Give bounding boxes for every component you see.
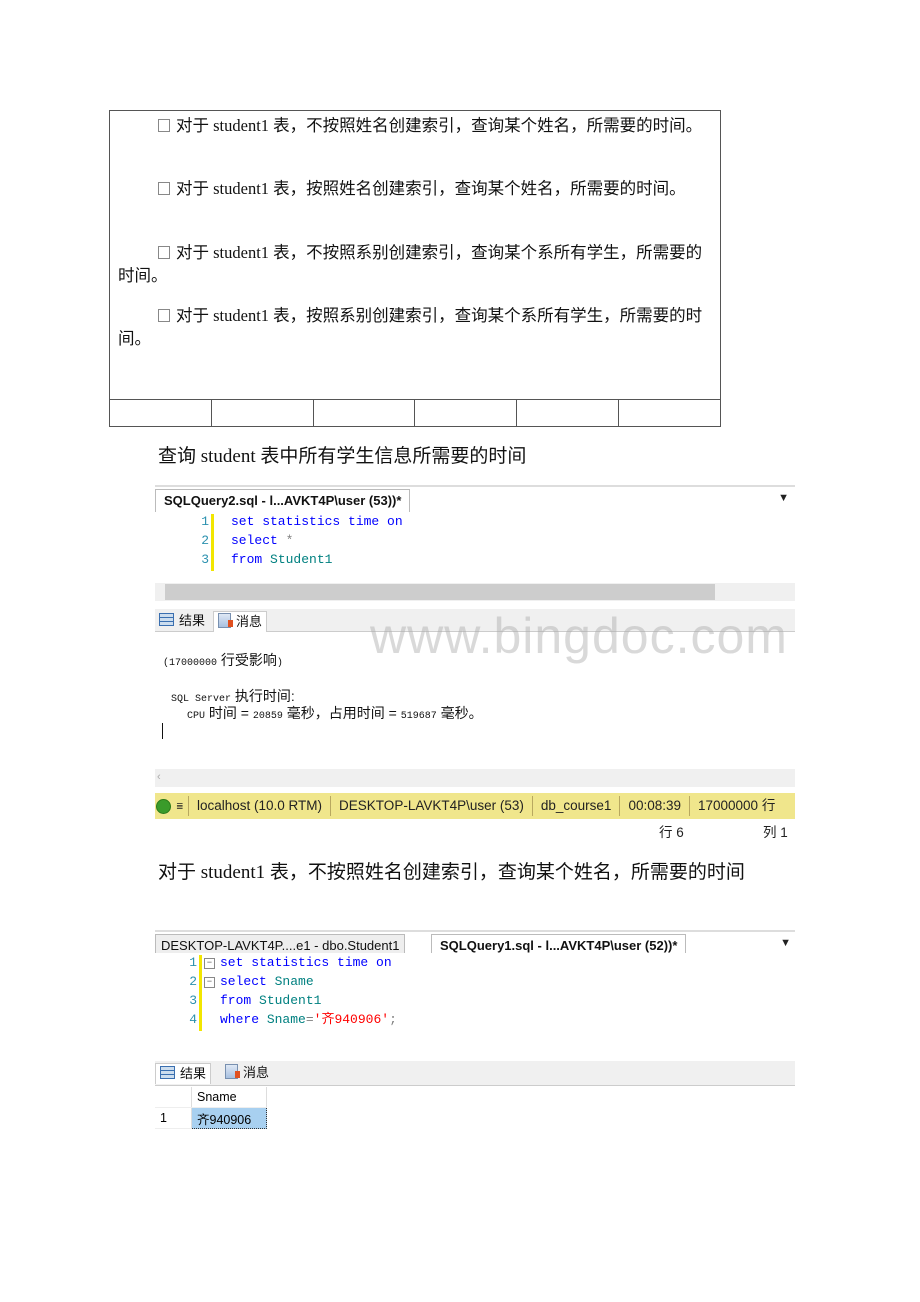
empty-table-row	[110, 399, 720, 426]
scrollbar-thumb[interactable]	[165, 584, 715, 600]
cursor-col: 列 1	[763, 825, 788, 840]
code-line: where Sname='齐940906';	[220, 1012, 397, 1027]
line-number: 2	[189, 974, 197, 989]
cpu-time-message: CPU 时间 = 20859 毫秒，占用时间 = 519687 毫秒。	[187, 705, 483, 722]
scroll-left-icon[interactable]: ‹	[157, 771, 161, 783]
row-header-corner	[155, 1087, 192, 1108]
line-number: 3	[189, 993, 197, 1008]
collapse-icon[interactable]: −	[204, 977, 215, 988]
column-header[interactable]: Sname	[191, 1087, 267, 1108]
table-cell	[110, 400, 212, 426]
status-elapsed: 00:08:39	[619, 796, 689, 816]
line-number: 4	[189, 1012, 197, 1027]
chevron-down-icon[interactable]: ▼	[778, 492, 789, 504]
task-table: 对于 student1 表，不按照姓名创建索引，查询某个姓名，所需要的时间。 对…	[109, 110, 721, 427]
status-bar: ≣ localhost (10.0 RTM) DESKTOP-LAVKT4P\u…	[155, 793, 795, 819]
status-server: localhost (10.0 RTM)	[188, 796, 330, 816]
table-cell	[415, 400, 518, 426]
status-rows: 17000000 行	[689, 796, 783, 816]
grid-icon	[159, 613, 174, 626]
cursor-row: 行 6	[659, 825, 684, 840]
checkbox-icon	[158, 309, 170, 322]
status-menu-icon: ≣	[176, 800, 184, 811]
tab-messages[interactable]: 消息	[221, 1063, 273, 1083]
code-editor[interactable]: 1 set statistics time on 2 select * 3 fr…	[155, 512, 795, 582]
table-cell	[619, 400, 720, 426]
section-heading-2: 对于 student1 表，不按照姓名创建索引，查询某个姓名，所需要的时间	[158, 862, 745, 883]
table-cell	[314, 400, 416, 426]
messages-horizontal-scrollbar[interactable]: ‹	[155, 769, 795, 787]
grid-header-row: Sname	[155, 1087, 267, 1108]
ssms-screenshot-1: SQLQuery2.sql - l...AVKT4P\user (53))* ▼…	[155, 485, 795, 845]
code-line: from Student1	[231, 552, 333, 567]
grid-icon	[160, 1066, 175, 1079]
task-item: 对于 student1 表，不按照姓名创建索引，查询某个姓名，所需要的时间。	[118, 114, 714, 137]
editor-horizontal-scrollbar[interactable]	[155, 583, 795, 601]
checkbox-icon	[158, 246, 170, 259]
section-heading-1: 查询 student 表中所有学生信息所需要的时间	[158, 446, 527, 467]
status-database: db_course1	[531, 796, 620, 816]
checkbox-icon	[158, 182, 170, 195]
tab-messages[interactable]: 消息	[213, 611, 268, 632]
code-line: select *	[231, 533, 294, 548]
change-marker	[199, 955, 202, 1031]
task-item: 对于 student1 表，按照系别创建索引，查询某个系所有学生，所需要的时间。	[118, 306, 703, 348]
table-row: 1 齐940906	[155, 1107, 267, 1129]
document-tab-bar: SQLQuery2.sql - l...AVKT4P\user (53))* ▼	[155, 485, 795, 514]
query-tab[interactable]: SQLQuery2.sql - l...AVKT4P\user (53))*	[155, 489, 411, 512]
checkbox-icon	[158, 119, 170, 132]
collapse-icon[interactable]: −	[204, 958, 215, 969]
line-number: 1	[189, 955, 197, 970]
code-line: set statistics time on	[220, 955, 392, 970]
messages-icon	[218, 613, 233, 628]
tab-results[interactable]: 结果	[155, 611, 209, 631]
table-cell	[517, 400, 620, 426]
rows-affected-message: (17000000 行受影响)	[163, 652, 283, 669]
code-line: select Sname	[220, 974, 314, 989]
chevron-down-icon[interactable]: ▼	[780, 937, 791, 949]
code-editor[interactable]: − − 1 set statistics time on 2 select Sn…	[155, 953, 795, 1053]
results-tab-bar: 结果 消息	[155, 1061, 795, 1086]
change-marker	[211, 514, 214, 571]
code-line: from Student1	[220, 993, 322, 1008]
grid-cell[interactable]: 齐940906	[191, 1107, 267, 1129]
line-number: 2	[201, 533, 209, 548]
connected-check-icon	[156, 798, 171, 814]
line-number: 1	[201, 514, 209, 529]
task-item: 对于 student1 表，不按照系别创建索引，查询某个系所有学生，所需要的时间…	[118, 243, 703, 285]
task-item: 对于 student1 表，按照姓名创建索引，查询某个姓名，所需要的时间。	[118, 177, 714, 200]
document-tab-bar: DESKTOP-LAVKT4P....e1 - dbo.Student1 SQL…	[155, 930, 795, 957]
results-grid: Sname 1 齐940906	[155, 1087, 267, 1129]
messages-icon	[225, 1064, 240, 1079]
table-cell	[212, 400, 314, 426]
row-number[interactable]: 1	[155, 1107, 192, 1129]
code-line: set statistics time on	[231, 514, 403, 529]
line-number: 3	[201, 552, 209, 567]
tab-results[interactable]: 结果	[155, 1063, 212, 1084]
status-user: DESKTOP-LAVKT4P\user (53)	[330, 796, 532, 816]
ssms-screenshot-2: DESKTOP-LAVKT4P....e1 - dbo.Student1 SQL…	[155, 930, 795, 1140]
watermark: www.bingdoc.com	[370, 608, 788, 664]
text-cursor	[162, 723, 163, 739]
